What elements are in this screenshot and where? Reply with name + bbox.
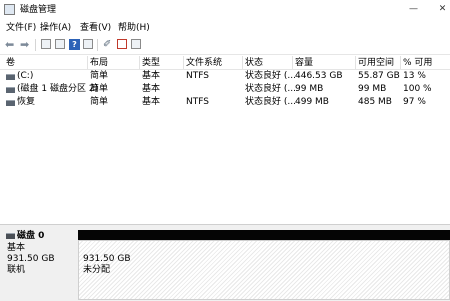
cell-volume: (C:): [17, 71, 34, 81]
menu-help[interactable]: 帮助(H): [118, 23, 150, 34]
unallocated-size: 931.50 GB: [83, 254, 131, 264]
cell-status: 状态良好 (...: [245, 84, 296, 94]
key-icon[interactable]: ✐: [103, 39, 113, 51]
close-button[interactable]: ✕: [437, 3, 448, 16]
menu-bar: 文件(F) 操作(A) 查看(V) 帮助(H): [0, 20, 450, 36]
column-divider: [183, 56, 184, 69]
column-divider: [292, 56, 293, 69]
unallocated-label: 未分配: [83, 265, 111, 275]
back-arrow-icon[interactable]: ⬅: [5, 39, 14, 51]
cell-type: 基本: [142, 84, 161, 94]
disk-status: 联机: [7, 265, 26, 275]
column-divider: [87, 56, 88, 69]
title-bar: 磁盘管理 — ✕: [0, 0, 450, 20]
toolbar-separator: [35, 39, 36, 51]
cell-percent-free: 100 %: [403, 84, 432, 94]
column-layout[interactable]: 布局: [90, 58, 108, 68]
disk-management-app-icon: [4, 4, 15, 15]
cell-layout: 简单: [90, 97, 109, 107]
disk-type: 基本: [7, 243, 26, 253]
cell-volume: 恢复: [17, 97, 36, 107]
column-status[interactable]: 状态: [245, 58, 263, 68]
settings-panel-icon[interactable]: [131, 39, 141, 49]
window-title: 磁盘管理: [20, 5, 57, 15]
disk-size: 931.50 GB: [7, 254, 55, 264]
check-disk-icon[interactable]: [117, 39, 127, 49]
cell-filesystem: NTFS: [186, 71, 209, 81]
minimize-button[interactable]: —: [408, 3, 419, 16]
table-row[interactable]: 恢复 简单 基本 NTFS 状态良好 (... 499 MB 485 MB 97…: [0, 96, 450, 109]
cell-free-space: 55.87 GB: [358, 71, 400, 81]
column-free-space[interactable]: 可用空间: [358, 58, 394, 68]
properties-icon[interactable]: [55, 39, 65, 49]
column-divider: [400, 56, 401, 69]
table-row[interactable]: (磁盘 1 磁盘分区 2) 简单 基本 状态良好 (... 99 MB 99 M…: [0, 83, 450, 96]
cell-type: 基本: [142, 71, 161, 81]
toolbar-separator: [97, 39, 98, 51]
volume-table-header: 卷 布局 类型 文件系统 状态 容量 可用空间 % 可用: [0, 56, 450, 70]
cell-capacity: 499 MB: [295, 97, 329, 107]
cell-status: 状态良好 (...: [245, 97, 296, 107]
disk-icon: [6, 233, 15, 239]
column-divider: [139, 56, 140, 69]
forward-arrow-icon[interactable]: ➡: [20, 39, 29, 51]
volume-icon: [6, 100, 15, 106]
cell-status: 状态良好 (...: [245, 71, 296, 81]
column-capacity[interactable]: 容量: [295, 58, 313, 68]
cell-free-space: 485 MB: [358, 97, 392, 107]
column-volume[interactable]: 卷: [6, 58, 15, 68]
cell-percent-free: 13 %: [403, 71, 426, 81]
toolbar: ⬅ ➡ ? ✐: [0, 36, 450, 55]
volume-icon: [6, 87, 15, 93]
disk-name: 磁盘 0: [17, 231, 45, 241]
unallocated-header-bar: [78, 230, 450, 240]
cell-capacity: 446.53 GB: [295, 71, 343, 81]
cell-volume: (磁盘 1 磁盘分区 2): [17, 84, 99, 94]
column-filesystem[interactable]: 文件系统: [186, 58, 222, 68]
volume-icon: [6, 74, 15, 80]
column-type[interactable]: 类型: [142, 58, 160, 68]
menu-action[interactable]: 操作(A): [40, 23, 71, 34]
column-divider: [355, 56, 356, 69]
column-percent-free[interactable]: % 可用: [403, 58, 432, 68]
list-view-icon[interactable]: [83, 39, 93, 49]
console-tree-icon[interactable]: [41, 39, 51, 49]
column-divider: [242, 56, 243, 69]
cell-layout: 简单: [90, 84, 109, 94]
help-icon[interactable]: ?: [69, 39, 80, 50]
cell-type: 基本: [142, 97, 161, 107]
cell-layout: 简单: [90, 71, 109, 81]
menu-file[interactable]: 文件(F): [6, 23, 36, 34]
menu-view[interactable]: 查看(V): [80, 23, 111, 34]
cell-free-space: 99 MB: [358, 84, 387, 94]
cell-filesystem: NTFS: [186, 97, 209, 107]
cell-capacity: 99 MB: [295, 84, 324, 94]
cell-percent-free: 97 %: [403, 97, 426, 107]
unallocated-partition[interactable]: [78, 240, 450, 300]
table-row[interactable]: (C:) 简单 基本 NTFS 状态良好 (... 446.53 GB 55.8…: [0, 70, 450, 83]
